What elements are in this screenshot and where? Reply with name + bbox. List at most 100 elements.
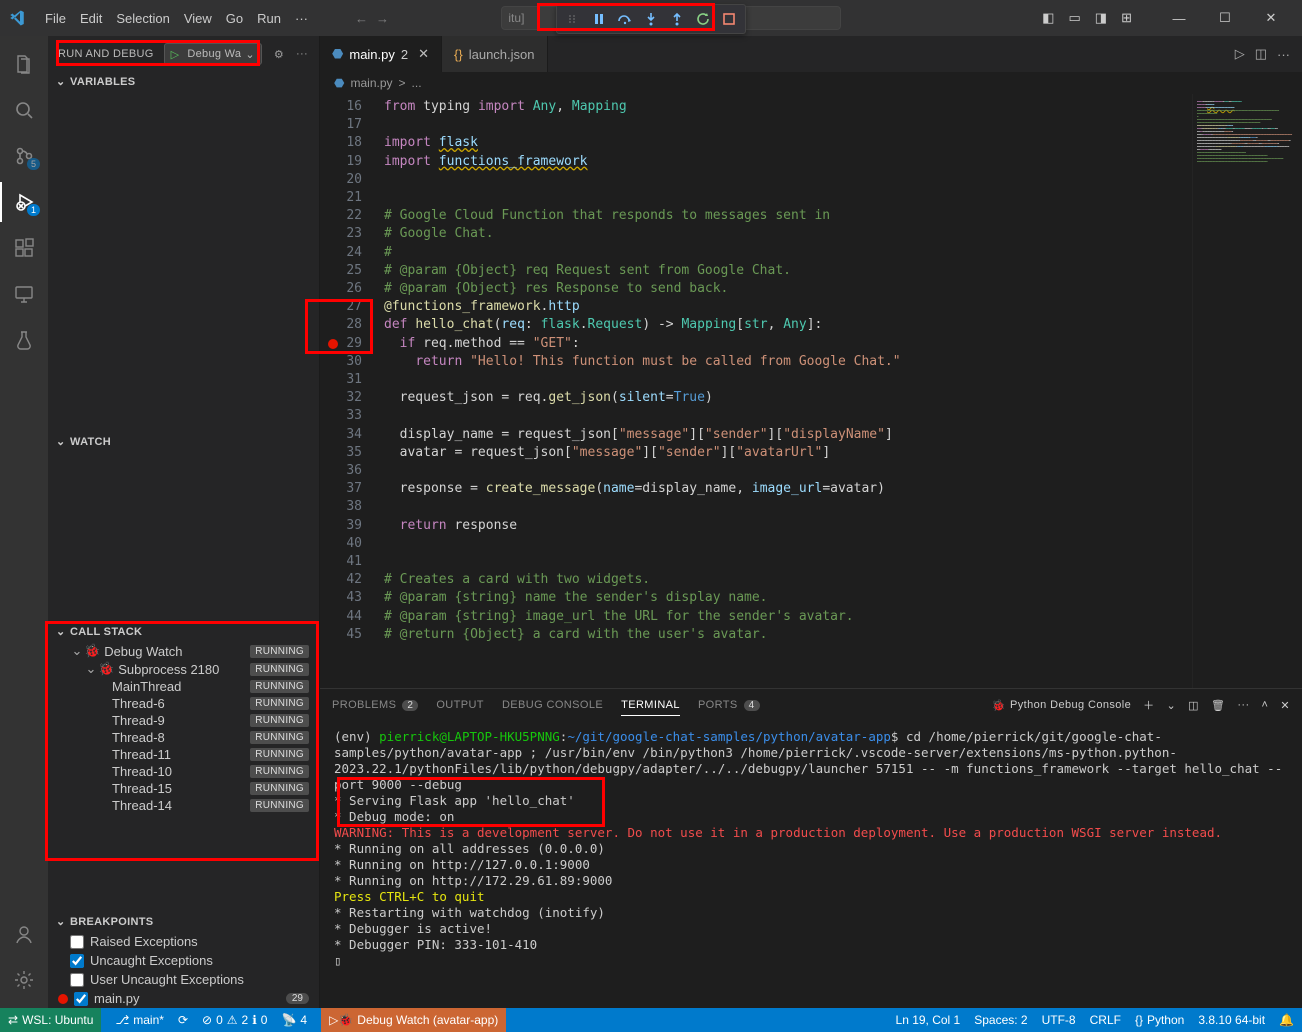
nav-back-icon[interactable]: ← xyxy=(355,11,368,26)
breakpoints-section: Breakpoints Raised Exceptions Uncaught E… xyxy=(48,912,319,1008)
language-mode[interactable]: {}Python xyxy=(1135,1013,1184,1027)
sync-status[interactable]: ⟳ xyxy=(178,1013,188,1027)
new-terminal-icon[interactable]: ＋ xyxy=(1143,697,1154,713)
remote-indicator[interactable]: ⇄WSL: Ubuntu xyxy=(0,1008,101,1032)
watch-title[interactable]: Watch xyxy=(48,432,319,452)
watch-section: Watch xyxy=(48,432,319,622)
remote-explorer-icon[interactable] xyxy=(0,274,48,314)
activity-bar: 5 1 xyxy=(0,36,48,1008)
sidebar-more-icon[interactable]: ··· xyxy=(296,48,308,60)
customize-layout-icon[interactable]: ⊞ xyxy=(1121,10,1132,26)
menu-run[interactable]: Run xyxy=(250,11,288,26)
bp-uncaught-exceptions[interactable]: Uncaught Exceptions xyxy=(48,951,319,970)
testing-icon[interactable] xyxy=(0,320,48,360)
split-editor-icon[interactable]: ◫ xyxy=(1255,46,1267,62)
callstack-row[interactable]: Thread-9RUNNING xyxy=(48,712,319,729)
terminal-output[interactable]: (env) pierrick@LAPTOP-HKU5PNNG:~/git/goo… xyxy=(320,721,1302,1008)
nav-forward-icon[interactable]: → xyxy=(376,11,389,26)
bp-user-uncaught-checkbox[interactable] xyxy=(70,973,84,987)
breadcrumb[interactable]: ⬣ main.py > ... xyxy=(320,72,1302,94)
tab-launch-json[interactable]: {} launch.json xyxy=(442,36,547,72)
callstack-row[interactable]: Thread-15RUNNING xyxy=(48,780,319,797)
problems-status[interactable]: ⊘0 ⚠2 ℹ0 xyxy=(202,1013,267,1027)
explorer-icon[interactable] xyxy=(0,44,48,84)
callstack-row[interactable]: Thread-10RUNNING xyxy=(48,763,319,780)
bp-file-checkbox[interactable] xyxy=(74,992,88,1006)
panel-tab-ports[interactable]: PORTS4 xyxy=(698,695,760,715)
callstack-row[interactable]: ⌄🐞Subprocess 2180RUNNING xyxy=(48,660,319,678)
kill-terminal-icon[interactable]: 🗑 xyxy=(1211,699,1225,712)
panel-tab-debug-console[interactable]: DEBUG CONSOLE xyxy=(502,695,603,715)
panel-tab-terminal[interactable]: TERMINAL xyxy=(621,695,680,716)
vscode-logo-icon xyxy=(8,9,26,27)
encoding-status[interactable]: UTF-8 xyxy=(1042,1013,1076,1027)
menu-file[interactable]: File xyxy=(38,11,73,26)
window-close[interactable]: ✕ xyxy=(1248,0,1294,36)
terminal-chevron-icon[interactable]: ⌄ xyxy=(1167,699,1177,712)
stop-button[interactable] xyxy=(717,8,741,30)
bp-raised-checkbox[interactable] xyxy=(70,935,84,949)
step-over-button[interactable] xyxy=(613,8,637,30)
ports-status[interactable]: 📡4 xyxy=(281,1013,307,1027)
callstack-row[interactable]: Thread-8RUNNING xyxy=(48,729,319,746)
code-editor[interactable]: 1617181920212223242526272829303132333435… xyxy=(320,94,1302,688)
run-debug-icon[interactable]: 1 xyxy=(0,182,48,222)
tab-main-py[interactable]: ⬣ main.py 2 ✕ xyxy=(320,36,442,72)
menu-more[interactable]: ··· xyxy=(288,11,315,26)
scm-icon[interactable]: 5 xyxy=(0,136,48,176)
eol-status[interactable]: CRLF xyxy=(1090,1013,1121,1027)
panel-tab-output[interactable]: OUTPUT xyxy=(436,695,484,715)
bp-user-uncaught[interactable]: User Uncaught Exceptions xyxy=(48,970,319,989)
callstack-row[interactable]: Thread-14RUNNING xyxy=(48,797,319,814)
callstack-row[interactable]: Thread-6RUNNING xyxy=(48,695,319,712)
menu-go[interactable]: Go xyxy=(219,11,250,26)
bp-raised-exceptions[interactable]: Raised Exceptions xyxy=(48,932,319,951)
pause-button[interactable] xyxy=(587,8,611,30)
callstack-row[interactable]: MainThreadRUNNING xyxy=(48,678,319,695)
layout-secondary-side-icon[interactable]: ◨ xyxy=(1095,10,1107,26)
split-terminal-icon[interactable]: ◫ xyxy=(1188,699,1199,712)
settings-gear-icon[interactable] xyxy=(0,960,48,1000)
extensions-icon[interactable] xyxy=(0,228,48,268)
accounts-icon[interactable] xyxy=(0,914,48,954)
step-out-button[interactable] xyxy=(665,8,689,30)
variables-title[interactable]: Variables xyxy=(48,72,319,92)
minimap[interactable]: ▬▬▬▬▬▬▬▬▬▬▬▬▬▬▬▬▬▬▬▬▬▬▬▬▬▬▬▬▬▬▬▬▬▬▬▬▬▬▬▬… xyxy=(1192,94,1302,688)
debug-toolbar[interactable] xyxy=(556,4,746,34)
menu-edit[interactable]: Edit xyxy=(73,11,109,26)
menu-view[interactable]: View xyxy=(177,11,219,26)
window-maximize[interactable]: ☐ xyxy=(1202,0,1248,36)
panel-tab-problems[interactable]: PROBLEMS2 xyxy=(332,695,418,715)
step-into-button[interactable] xyxy=(639,8,663,30)
menu-selection[interactable]: Selection xyxy=(109,11,176,26)
layout-primary-side-icon[interactable]: ◧ xyxy=(1042,10,1054,26)
cursor-position[interactable]: Ln 19, Col 1 xyxy=(896,1013,961,1027)
indentation-status[interactable]: Spaces: 2 xyxy=(974,1013,1027,1027)
terminal-profile-label[interactable]: 🐞 Python Debug Console xyxy=(992,699,1131,712)
drag-grip-icon[interactable] xyxy=(561,8,585,30)
restart-button[interactable] xyxy=(691,8,715,30)
debug-target-status[interactable]: ▷🐞Debug Watch (avatar-app) xyxy=(321,1008,506,1032)
callstack-row[interactable]: Thread-11RUNNING xyxy=(48,746,319,763)
window-minimize[interactable]: — xyxy=(1156,0,1202,36)
bp-user-uncaught-label: User Uncaught Exceptions xyxy=(90,972,244,987)
debug-config-dropdown[interactable]: ▷ Debug Wa⌄ xyxy=(164,43,262,65)
start-debug-icon[interactable]: ▷ xyxy=(165,48,186,61)
panel-maximize-icon[interactable]: ˄ xyxy=(1262,699,1269,711)
debug-settings-icon[interactable]: ⚙ xyxy=(274,48,284,61)
search-icon[interactable] xyxy=(0,90,48,130)
python-interpreter[interactable]: 3.8.10 64-bit xyxy=(1198,1013,1265,1027)
callstack-title[interactable]: Call Stack xyxy=(48,622,319,642)
bp-uncaught-checkbox[interactable] xyxy=(70,954,84,968)
git-branch[interactable]: ⎇main* xyxy=(115,1013,164,1027)
editor-more-icon[interactable]: ··· xyxy=(1277,47,1290,62)
layout-panel-icon[interactable]: ▭ xyxy=(1068,10,1080,26)
run-editor-icon[interactable]: ▷ xyxy=(1235,46,1245,62)
notifications-icon[interactable]: 🔔 xyxy=(1279,1013,1294,1027)
callstack-row[interactable]: ⌄🐞Debug WatchRUNNING xyxy=(48,642,319,660)
close-tab-icon[interactable]: ✕ xyxy=(418,46,429,62)
panel-close-icon[interactable]: ✕ xyxy=(1280,699,1290,712)
bp-file-mainpy[interactable]: main.py29 xyxy=(48,989,319,1008)
breakpoints-title[interactable]: Breakpoints xyxy=(48,912,319,932)
panel-more-icon[interactable]: ··· xyxy=(1237,699,1249,711)
